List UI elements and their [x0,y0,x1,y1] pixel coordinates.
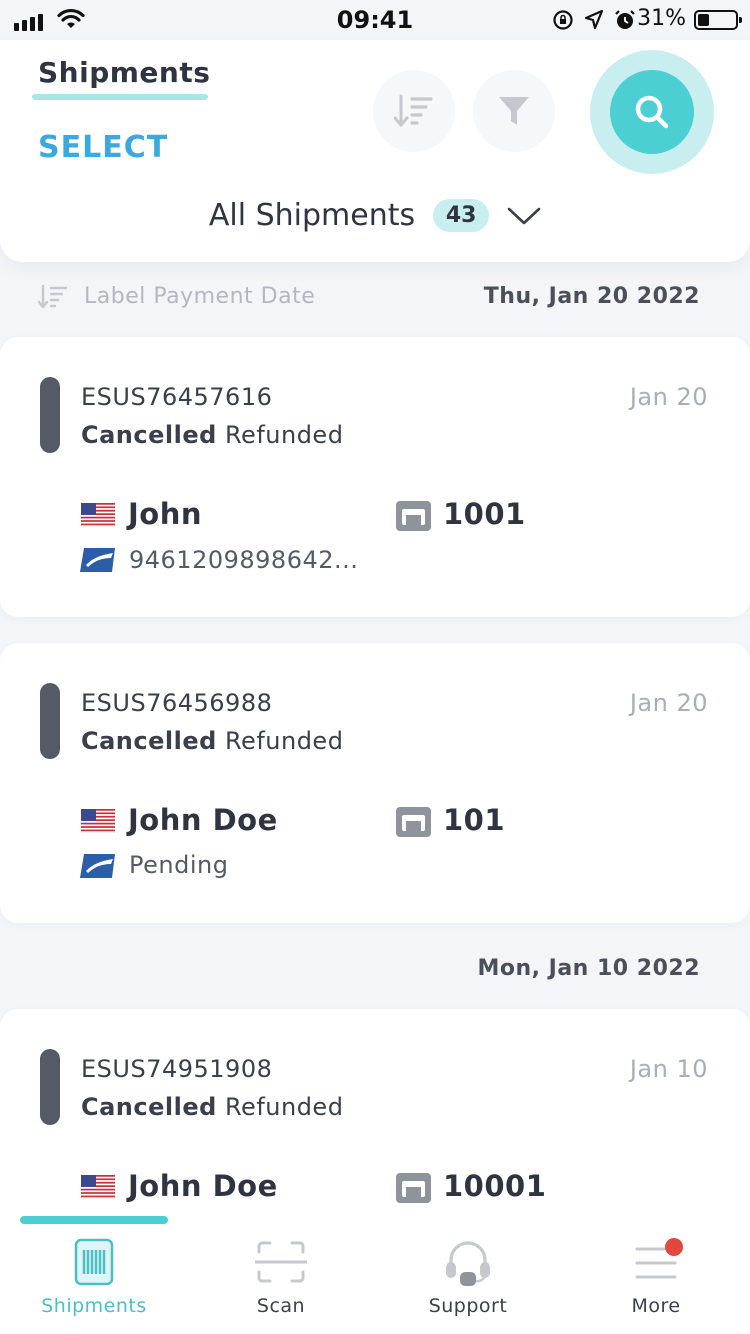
tracking-number: Pending [129,851,229,879]
payment-status: Refunded [224,421,344,449]
store-number: 101 [443,803,506,837]
payment-status: Refunded [224,727,344,755]
us-flag-icon [81,809,115,833]
shipment-status: Cancelled Refunded [81,421,343,449]
sort-label[interactable]: Label Payment Date [84,284,315,309]
tab-label: More [631,1295,681,1317]
store-number: 1001 [443,497,526,531]
store-number: 10001 [443,1169,547,1203]
recipient-name: John Doe [128,803,278,837]
headset-icon [446,1241,490,1286]
shipments-filter-dropdown[interactable]: All Shipments 43 [0,198,750,233]
notification-dot [665,1238,683,1256]
location-icon [584,9,604,30]
payment-status: Refunded [224,1093,344,1121]
sort-row: Label Payment Date Thu, Jan 20 2022 [38,282,700,314]
sort-small-icon[interactable] [38,284,68,310]
battery-icon [694,10,742,30]
shipment-date: Jan 20 [629,689,708,717]
shipment-card[interactable]: ESUS76456988 Cancelled Refunded Jan 20 J… [0,643,750,923]
usps-icon [80,854,115,878]
tab-shipments[interactable]: Shipments [0,1218,188,1334]
usps-icon [80,548,115,572]
store-icon [396,807,431,837]
bottom-tab-bar: Shipments Scan Support More [0,1216,750,1334]
status-indicator-bar [40,683,60,759]
barcode-icon [74,1238,114,1286]
tab-more[interactable]: More [562,1218,750,1334]
status-text: Cancelled [81,727,217,755]
status-indicator-bar [40,377,60,453]
filter-label: All Shipments [208,198,416,233]
rotation-lock-icon [553,10,573,30]
shipment-status: Cancelled Refunded [81,727,343,755]
store-icon [396,1173,431,1203]
recipient-name: John [128,497,203,531]
group-date-header: Thu, Jan 20 2022 [483,284,700,309]
shipment-card[interactable]: ESUS76457616 Cancelled Refunded Jan 20 J… [0,337,750,617]
us-flag-icon [81,503,115,527]
alarm-icon [615,10,635,29]
store-icon [396,501,431,531]
shipment-date: Jan 20 [629,383,708,411]
recipient-name: John Doe [128,1169,278,1203]
count-badge: 43 [433,199,490,232]
tab-label: Shipments [41,1295,147,1317]
select-button[interactable]: SELECT [38,130,168,165]
us-flag-icon [81,1175,115,1199]
tab-scan[interactable]: Scan [187,1218,375,1334]
search-button-halo [590,50,714,174]
filter-button[interactable] [473,70,555,152]
sort-button[interactable] [373,70,455,152]
sort-icon [394,94,433,127]
shipment-id: ESUS76457616 [81,383,273,411]
shipment-date: Jan 10 [629,1055,708,1083]
chevron-down-icon [507,207,541,224]
tab-underline [32,94,208,100]
search-button[interactable] [610,70,694,154]
search-icon [635,95,669,129]
shipment-id: ESUS76456988 [81,689,273,717]
shipments-tab-title[interactable]: Shipments [38,56,210,89]
scan-icon [255,1241,307,1283]
status-text: Cancelled [81,1093,217,1121]
tab-label: Support [428,1295,508,1317]
status-indicator-bar [40,1049,60,1125]
tracking-number: 9461209898642... [129,546,359,574]
status-bar: 09:41 31% [0,0,750,40]
shipment-id: ESUS74951908 [81,1055,273,1083]
filter-icon [499,97,529,125]
tab-support[interactable]: Support [374,1218,562,1334]
header: Shipments SELECT All Shipments 43 [0,40,750,262]
shipment-status: Cancelled Refunded [81,1093,343,1121]
battery-percent: 31% [637,6,686,31]
tab-label: Scan [256,1295,306,1317]
status-text: Cancelled [81,421,217,449]
group-date-header: Mon, Jan 10 2022 [477,956,700,981]
